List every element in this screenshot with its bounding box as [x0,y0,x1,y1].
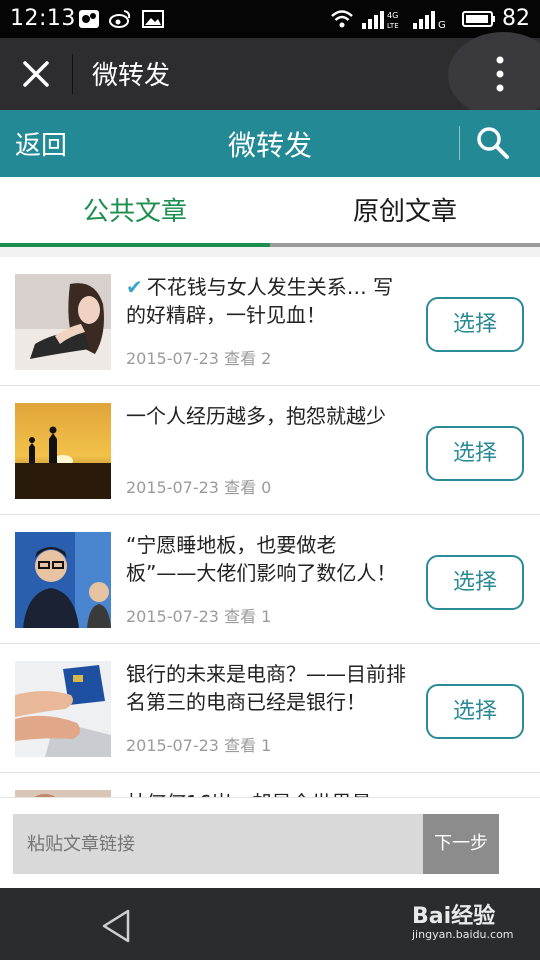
system-nav-bar: Bai经验 jingyan.baidu.com [0,888,540,960]
close-icon[interactable] [20,58,52,90]
image-icon [142,10,164,28]
wifi-icon [331,10,353,28]
active-tab-indicator [0,243,270,247]
article-thumbnail [15,274,111,370]
back-button[interactable]: 返回 [15,125,67,162]
list-item[interactable]: ✔ 不花钱与女人发生关系… 写的好精辟，一针见血！ 2015-07-23 查看 2… [0,257,540,386]
next-step-button[interactable]: 下一步 [423,814,499,874]
status-time: 12:13 [10,6,76,31]
article-thumbnail [15,790,111,797]
article-thumbnail [15,532,111,628]
list-item[interactable]: 银行的未来是电商？——目前排名第三的电商已经是银行！ 2015-07-23 查看… [0,644,540,773]
list-item[interactable]: “宁愿睡地板，也要做老板”——大佬们影响了数亿人！ 2015-07-23 查看 … [0,515,540,644]
article-thumbnail [15,403,111,499]
article-meta: 2015-07-23 查看 0 [126,478,272,497]
weibo-icon [109,10,131,28]
verified-check-icon: ✔ [126,275,143,299]
nav-back-icon[interactable] [100,908,132,944]
wechat-top-bar: 微转发 [0,32,540,118]
svg-text:LTE: LTE [387,22,399,29]
article-title[interactable]: ✔ 不花钱与女人发生关系… 写的好精辟，一针见血！ [126,273,406,329]
article-meta: 2015-07-23 查看 1 [126,736,272,755]
article-meta: 2015-07-23 查看 1 [126,607,272,626]
app-header: 返回 微转发 [0,110,540,177]
tab-bar: 公共文章 原创文章 [0,177,540,247]
list-item[interactable]: 林何何16岁，却是全世界最… [0,773,540,797]
signal-4g-icon: 4G LTE [362,11,399,29]
tab-original-articles[interactable]: 原创文章 [270,177,540,247]
select-button[interactable]: 选择 [426,297,524,352]
list-item[interactable]: 一个人经历越多，抱怨就越少 2015-07-23 查看 0 选择 [0,386,540,515]
wechat-title: 微转发 [92,61,171,91]
search-icon[interactable] [476,126,510,160]
topbar-divider [72,54,73,94]
status-bar: 12:13 4G LTE G 82 [0,0,540,38]
more-button-highlight [448,32,540,118]
signal-g-icon: G [413,11,446,29]
select-button[interactable]: 选择 [426,426,524,481]
select-button[interactable]: 选择 [426,555,524,610]
article-title[interactable]: 银行的未来是电商？——目前排名第三的电商已经是银行！ [126,660,406,716]
svg-text:4G: 4G [387,11,398,20]
header-divider [459,126,460,160]
link-input-bar: 下一步 [0,797,540,888]
inactive-tab-indicator [270,243,540,247]
article-list[interactable]: ✔ 不花钱与女人发生关系… 写的好精辟，一针见血！ 2015-07-23 查看 2… [0,257,540,797]
battery-level: 82 [502,6,530,31]
battery-icon [462,11,495,27]
notification-icon [79,10,99,28]
tab-public-articles[interactable]: 公共文章 [0,177,270,247]
article-thumbnail [15,661,111,757]
svg-text:G: G [438,20,446,29]
baidu-jingyan-watermark: Bai经验 jingyan.baidu.com [412,904,514,941]
more-vertical-icon[interactable] [496,56,504,92]
article-title[interactable]: “宁愿睡地板，也要做老板”——大佬们影响了数亿人！ [126,531,406,587]
article-meta: 2015-07-23 查看 2 [126,349,272,368]
article-link-input[interactable] [13,814,423,874]
article-title[interactable]: 林何何16岁，却是全世界最… [126,789,406,797]
select-button[interactable]: 选择 [426,684,524,739]
article-title[interactable]: 一个人经历越多，抱怨就越少 [126,402,406,430]
